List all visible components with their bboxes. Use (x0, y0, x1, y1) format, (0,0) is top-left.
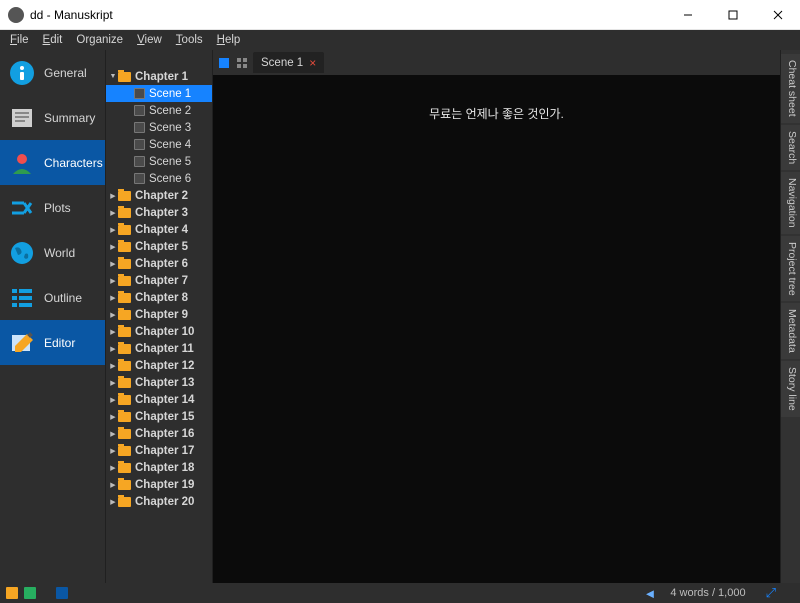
tree-chapter[interactable]: ▶Chapter 14 (106, 391, 212, 408)
editor-textarea[interactable]: 무료는 언제나 좋은 것인가. (213, 75, 780, 583)
titlebar: dd - Manuskript (0, 0, 800, 30)
tree-scene[interactable]: Scene 5 (106, 153, 212, 170)
mode-editor[interactable]: Editor (0, 320, 105, 365)
tree-chapter[interactable]: ▶Chapter 16 (106, 425, 212, 442)
tree-chapter[interactable]: ▶Chapter 8 (106, 289, 212, 306)
tree-chapter[interactable]: ▶Chapter 2 (106, 187, 212, 204)
mode-label: Plots (44, 201, 71, 215)
tree-chapter[interactable]: ▶Chapter 6 (106, 255, 212, 272)
outline-tree[interactable]: ▼Chapter 1Scene 1Scene 2Scene 3Scene 4Sc… (105, 50, 213, 583)
mode-label: General (44, 66, 87, 80)
editor-area: Scene 1 × 무료는 언제나 좋은 것인가. (213, 50, 780, 583)
editor-tabbar: Scene 1 × (213, 50, 780, 75)
window-title: dd - Manuskript (30, 8, 113, 22)
mode-sidebar: General Summary Characters Plots World O… (0, 50, 105, 583)
right-dock: Cheat sheet Search Navigation Project treeM… (780, 50, 800, 583)
tab-label: Scene 1 (261, 57, 303, 69)
mode-characters[interactable]: Characters (0, 140, 105, 185)
menu-view[interactable]: View (131, 33, 168, 47)
menubar: File Edit Organize View Tools Help (0, 30, 800, 50)
mode-label: Summary (44, 111, 95, 125)
mode-outline[interactable]: Outline (0, 275, 105, 320)
editor-text: 무료는 언제나 좋은 것인가. (213, 105, 780, 122)
tab-close-icon[interactable]: × (309, 56, 316, 70)
maximize-button[interactable] (710, 0, 755, 30)
tree-chapter[interactable]: ▶Chapter 7 (106, 272, 212, 289)
nav-grid-icon[interactable] (235, 56, 249, 70)
fullscreen-icon[interactable]: ⤢ (766, 585, 776, 601)
dock-tab-metadata[interactable]: Metadata (781, 303, 800, 359)
nav-card-icon[interactable] (217, 56, 231, 70)
dock-tab-story-line[interactable]: Story line (781, 361, 800, 417)
app-icon (8, 7, 24, 23)
tree-chapter[interactable]: ▶Chapter 19 (106, 476, 212, 493)
tree-scene[interactable]: Scene 4 (106, 136, 212, 153)
tree-scene[interactable]: Scene 1 (106, 85, 212, 102)
tree-chapter[interactable]: ▶Chapter 11 (106, 340, 212, 357)
mode-label: Editor (44, 336, 75, 350)
word-count: 4 words / 1,000 (670, 587, 745, 599)
tree-chapter[interactable]: ▶Chapter 9 (106, 306, 212, 323)
dock-tab-cheat-sheet[interactable]: Cheat sheet (781, 54, 800, 123)
mode-summary[interactable]: Summary (0, 95, 105, 140)
tree-chapter[interactable]: ▼Chapter 1 (106, 68, 212, 85)
dock-tab-search[interactable]: Search (781, 125, 800, 170)
tree-chapter[interactable]: ▶Chapter 5 (106, 238, 212, 255)
status-folder-icon[interactable] (6, 587, 18, 599)
menu-file[interactable]: File (4, 33, 35, 47)
tree-chapter[interactable]: ▶Chapter 4 (106, 221, 212, 238)
tree-scene[interactable]: Scene 3 (106, 119, 212, 136)
tree-chapter[interactable]: ▶Chapter 15 (106, 408, 212, 425)
tree-chapter[interactable]: ▶Chapter 10 (106, 323, 212, 340)
mode-label: Outline (44, 291, 82, 305)
status-doc-icon[interactable] (24, 587, 36, 599)
minimize-button[interactable] (665, 0, 710, 30)
menu-edit[interactable]: Edit (37, 33, 69, 47)
tree-chapter[interactable]: ▶Chapter 13 (106, 374, 212, 391)
dock-tab-navigation[interactable]: Navigation (781, 172, 800, 234)
editor-tab[interactable]: Scene 1 × (253, 52, 324, 73)
mode-plots[interactable]: Plots (0, 185, 105, 230)
mode-label: Characters (44, 156, 103, 170)
mode-label: World (44, 246, 75, 260)
menu-organize[interactable]: Organize (70, 33, 129, 47)
mode-general[interactable]: General (0, 50, 105, 95)
menu-tools[interactable]: Tools (170, 33, 209, 47)
editor-back-icon[interactable]: ◄ (644, 586, 657, 601)
tree-chapter[interactable]: ▶Chapter 17 (106, 442, 212, 459)
tree-chapter[interactable]: ▶Chapter 18 (106, 459, 212, 476)
tree-chapter[interactable]: ▶Chapter 12 (106, 357, 212, 374)
tree-chapter[interactable]: ▶Chapter 3 (106, 204, 212, 221)
status-compile-icon[interactable] (56, 587, 68, 599)
tree-scene[interactable]: Scene 6 (106, 170, 212, 187)
dock-tab-project-tree[interactable]: Project tree (781, 236, 800, 302)
menu-help[interactable]: Help (211, 33, 247, 47)
mode-world[interactable]: World (0, 230, 105, 275)
tree-chapter[interactable]: ▶Chapter 20 (106, 493, 212, 510)
statusbar: ◄ 4 words / 1,000 ⤢ (0, 583, 800, 603)
tree-scene[interactable]: Scene 2 (106, 102, 212, 119)
close-button[interactable] (755, 0, 800, 30)
